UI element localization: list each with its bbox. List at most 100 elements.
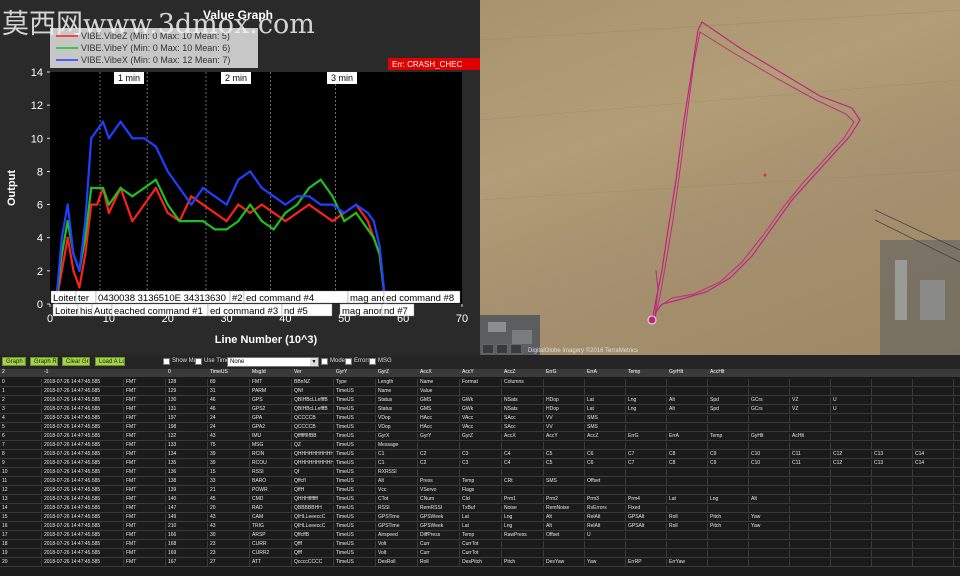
table-cell[interactable]: [502, 487, 544, 495]
table-cell[interactable]: VAcc: [460, 424, 502, 432]
table-header-cell[interactable]: ErrA: [585, 369, 626, 377]
table-cell[interactable]: Lat: [585, 406, 626, 414]
table-cell[interactable]: [872, 478, 913, 486]
table-cell[interactable]: SAcc: [502, 415, 544, 423]
table-cell[interactable]: [954, 433, 960, 441]
table-cell[interactable]: RAD: [250, 505, 292, 513]
table-cell[interactable]: Alt: [544, 523, 585, 531]
table-cell[interactable]: FMT: [124, 442, 166, 450]
table-cell[interactable]: [585, 550, 626, 558]
table-cell[interactable]: FMT: [124, 424, 166, 432]
table-cell[interactable]: Alt: [376, 478, 418, 486]
table-cell[interactable]: 15: [0, 514, 42, 522]
table-cell[interactable]: 4: [0, 415, 42, 423]
table-cell[interactable]: ATT: [250, 559, 292, 567]
table-cell[interactable]: TimeUS: [334, 550, 376, 558]
table-cell[interactable]: [790, 514, 831, 522]
table-cell[interactable]: [831, 487, 872, 495]
table-cell[interactable]: TimeUS: [334, 442, 376, 450]
table-cell[interactable]: [954, 442, 960, 450]
table-cell[interactable]: [872, 406, 913, 414]
table-cell[interactable]: [954, 379, 960, 387]
table-cell[interactable]: TimeUS: [334, 433, 376, 441]
table-cell[interactable]: [831, 388, 872, 396]
map-fit-button[interactable]: [510, 344, 522, 354]
table-cell[interactable]: FMT: [124, 496, 166, 504]
table-cell[interactable]: [831, 523, 872, 531]
table-cell[interactable]: SMS: [585, 415, 626, 423]
table-cell[interactable]: SMS: [585, 424, 626, 432]
table-cell[interactable]: [626, 550, 667, 558]
table-cell[interactable]: GPSWeek: [418, 523, 460, 531]
table-cell[interactable]: Curr: [418, 541, 460, 549]
table-cell[interactable]: 75: [208, 442, 250, 450]
table-cell[interactable]: [913, 559, 954, 567]
table-cell[interactable]: CNum: [418, 496, 460, 504]
table-cell[interactable]: U: [831, 397, 872, 405]
table-cell[interactable]: [872, 442, 913, 450]
table-cell[interactable]: 46: [208, 397, 250, 405]
table-cell[interactable]: [544, 550, 585, 558]
table-cell[interactable]: 2018-07-26 14:47:45.585: [42, 505, 124, 513]
table-cell[interactable]: AcHlt: [790, 433, 831, 441]
table-cell[interactable]: QffcffB: [292, 532, 334, 540]
table-cell[interactable]: 2018-07-26 14:47:45.585: [42, 523, 124, 531]
table-cell[interactable]: [460, 469, 502, 477]
table-cell[interactable]: C5: [544, 460, 585, 468]
table-cell[interactable]: [502, 469, 544, 477]
table-cell[interactable]: [913, 406, 954, 414]
table-cell[interactable]: CMD: [250, 496, 292, 504]
table-cell[interactable]: 134: [166, 451, 208, 459]
table-cell[interactable]: [831, 433, 872, 441]
table-cell[interactable]: CTot: [376, 496, 418, 504]
table-cell[interactable]: 129: [166, 388, 208, 396]
table-cell[interactable]: Pitch: [708, 523, 749, 531]
table-cell[interactable]: CRt: [502, 478, 544, 486]
table-cell[interactable]: FMT: [124, 523, 166, 531]
table-cell[interactable]: SAcc: [502, 424, 544, 432]
table-cell[interactable]: TimeUS: [334, 406, 376, 414]
table-cell[interactable]: [585, 541, 626, 549]
table-cell[interactable]: C6: [585, 460, 626, 468]
table-cell[interactable]: 20: [208, 505, 250, 513]
table-header-cell[interactable]: [872, 369, 913, 377]
table-cell[interactable]: [872, 496, 913, 504]
table-cell[interactable]: RSSI: [250, 469, 292, 477]
table-cell[interactable]: C1: [376, 451, 418, 459]
table-cell[interactable]: [418, 469, 460, 477]
table-cell[interactable]: DesYaw: [544, 559, 585, 567]
table-cell[interactable]: [749, 487, 790, 495]
table-cell[interactable]: [954, 451, 960, 459]
table-cell[interactable]: QHHHfffffff: [292, 496, 334, 504]
table-cell[interactable]: [585, 487, 626, 495]
table-cell[interactable]: [667, 487, 708, 495]
table-cell[interactable]: TimeUS: [334, 469, 376, 477]
table-cell[interactable]: NSats: [502, 406, 544, 414]
table-cell[interactable]: 198: [166, 424, 208, 432]
table-cell[interactable]: [790, 505, 831, 513]
table-cell[interactable]: FMT: [124, 514, 166, 522]
table-cell[interactable]: 2018-07-26 14:47:45.585: [42, 541, 124, 549]
table-cell[interactable]: GPSAlt: [626, 514, 667, 522]
table-cell[interactable]: C12: [831, 460, 872, 468]
table-cell[interactable]: [913, 496, 954, 504]
table-cell[interactable]: 43: [208, 433, 250, 441]
table-cell[interactable]: 10: [0, 469, 42, 477]
table-cell[interactable]: 128: [166, 379, 208, 387]
table-cell[interactable]: Prm2: [544, 496, 585, 504]
table-cell[interactable]: Airspeed: [376, 532, 418, 540]
table-cell[interactable]: 27: [208, 559, 250, 567]
table-cell[interactable]: CURR2: [250, 550, 292, 558]
table-cell[interactable]: C2: [418, 460, 460, 468]
table-cell[interactable]: C4: [502, 451, 544, 459]
table-cell[interactable]: GPSTime: [376, 523, 418, 531]
table-cell[interactable]: FMT: [124, 469, 166, 477]
table-cell[interactable]: RelAlt: [585, 514, 626, 522]
table-cell[interactable]: 24: [208, 424, 250, 432]
table-cell[interactable]: C1: [376, 460, 418, 468]
table-cell[interactable]: [913, 541, 954, 549]
table-cell[interactable]: TimeUS: [334, 514, 376, 522]
table-cell[interactable]: QBIHBcLLefffB: [292, 406, 334, 414]
table-cell[interactable]: [831, 559, 872, 567]
table-cell[interactable]: 1: [0, 388, 42, 396]
